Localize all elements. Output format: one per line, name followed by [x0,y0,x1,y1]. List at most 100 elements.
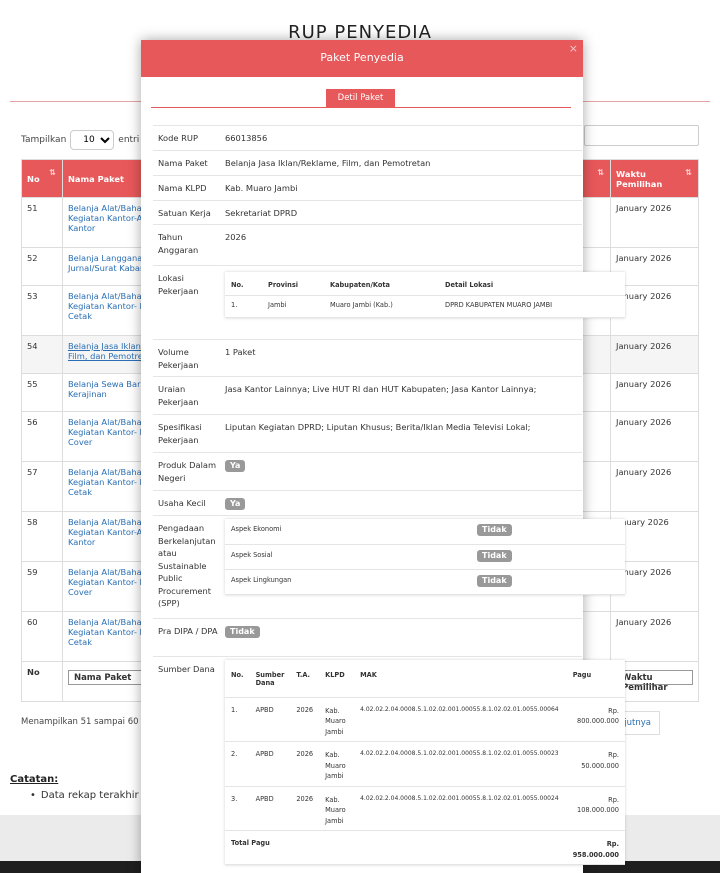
cell-waktu: January 2026 [610,611,699,662]
modal-title: Paket Penyedia [320,51,404,64]
lokasi-no: 1. [225,295,262,318]
badge-produk: Ya [225,460,246,472]
sumber-row: 3. APBD 2026 Kab. Muaro Jambi 4.02.02.2.04.0… [225,786,625,831]
show-entries: Tampilkan 10 entri [21,130,139,150]
row-spesifikasi: Spesifikasi Pekerjaan Liputan Kegiatan D… [153,414,582,452]
sumber-header-sumber: Sumber Dana [249,660,291,698]
lokasi-header-provinsi: Provinsi [262,272,324,296]
row-tahun-anggaran: Tahun Anggaran 2026 [153,224,582,265]
value-kode-rup: 66013856 [225,133,268,143]
sumber-dana: APBD [249,741,291,787]
spp-row: Aspek Lingkungan Tidak [225,569,625,595]
row-spp: Pengadaan Berkelanjutan atau Sustainable… [153,515,625,614]
label-satuan-kerja: Satuan Kerja [158,208,211,218]
sumber-header-ta: T.A. [290,660,320,698]
cell-no: 55 [21,373,63,412]
header-nama-paket[interactable]: Nama Paket [61,159,153,198]
label-kode-rup: Kode RUP [158,133,198,143]
total-row: Total Pagu Rp. 958.000.000 [225,830,625,865]
cell-no: 59 [21,561,63,612]
header-no[interactable]: No ⇅ [21,159,63,198]
sumber-ta: 2026 [290,786,320,831]
cell-no: 57 [21,461,63,512]
sumber-dana-table: No. Sumber Dana T.A. KLPD MAK Pagu 1. APB… [225,660,625,865]
sumber-ta: 2026 [290,741,320,787]
label-produk: Produk Dalam Negeri [158,460,217,483]
cell-waktu: January 2026 [610,335,699,374]
value-volume: 1 Paket [225,347,256,357]
sumber-pagu: Rp. 108.000.000 [566,786,625,831]
label-sumber-dana: Sumber Dana [158,664,215,674]
value-spesifikasi: Liputan Kegiatan DPRD; Liputan Khusus; B… [225,422,531,432]
filter-waktu[interactable]: Waktu Pemilihar [616,670,693,693]
tab-detil-paket[interactable]: Detil Paket [326,89,395,108]
row-volume: Volume Pekerjaan 1 Paket [153,339,582,376]
row-produk: Produk Dalam Negeri Ya [153,452,582,490]
sumber-klpd: Kab. Muaro Jambi [319,697,355,742]
spp-aspek: Aspek Sosial [225,544,471,570]
show-label: Tampilkan [21,135,67,145]
sumber-klpd: Kab. Muaro Jambi [319,741,355,787]
cell-waktu: January 2026 [610,461,699,512]
search-input[interactable] [584,125,699,146]
cell-waktu: January 2026 [610,373,699,412]
row-usaha-kecil: Usaha Kecil Ya [153,490,582,515]
spp-row: Aspek Sosial Tidak [225,544,625,570]
label-uraian: Uraian Pekerjaan [158,384,199,407]
cell-waktu: January 2026 [610,197,699,248]
value-nama-klpd: Kab. Muaro Jambi [225,183,298,193]
sumber-header-pagu: Pagu [566,660,625,698]
sumber-row: 1. APBD 2026 Kab. Muaro Jambi 4.02.02.2.04.0… [225,697,625,742]
row-uraian: Uraian Pekerjaan Jasa Kantor Lainnya; Li… [153,376,582,414]
cell-no: 54 [21,335,63,374]
value-nama-paket: Belanja Jasa Iklan/Reklame, Film, dan Pe… [225,158,431,168]
sort-icon: ⇅ [685,168,692,177]
row-nama-klpd: Nama KLPD Kab. Muaro Jambi [153,175,582,200]
row-kode-rup: Kode RUP 66013856 [153,125,582,150]
sumber-header-no: No. [225,660,250,698]
catatan-title: Catatan: [10,774,59,785]
spp-badge: Tidak [477,574,512,587]
spp-row: Aspek Ekonomi Tidak [225,519,625,545]
value-tahun-anggaran: 2026 [225,232,247,242]
badge-pradipa: Tidak [225,626,260,638]
label-lokasi: Lokasi Pekerjaan [158,273,199,296]
showing-info: Menampilkan 51 sampai 60 da [21,717,152,727]
sumber-no: 2. [225,741,250,787]
catatan-item: Data rekap terakhir d [30,790,148,801]
cell-waktu: January 2026 [610,411,699,462]
cell-no: 56 [21,411,63,462]
close-icon[interactable]: × [569,42,578,56]
spp-badge: Tidak [477,549,512,562]
row-pradipa: Pra DIPA / DPA Tidak [153,618,582,656]
lokasi-header-detail: Detail Lokasi [439,272,625,296]
lokasi-table: No. Provinsi Kabupaten/Kota Detail Lokas… [225,272,625,318]
sumber-mak: 4.02.02.2.04.0008.5.1.02.02.001.00055.8.… [354,741,567,787]
label-nama-paket: Nama Paket [158,158,208,168]
sort-icon: ⇅ [597,168,605,177]
lokasi-header-no: No. [225,272,262,296]
cell-no: 51 [21,197,63,248]
cell-no: 53 [21,285,63,336]
sumber-dana: APBD [249,697,291,742]
sumber-pagu: Rp. 50.000.000 [566,741,625,787]
sumber-no: 1. [225,697,250,742]
cell-no: 60 [21,611,63,662]
label-volume: Volume Pekerjaan [158,347,199,370]
sumber-ta: 2026 [290,697,320,742]
sumber-dana: APBD [249,786,291,831]
label-usaha-kecil: Usaha Kecil [158,498,206,508]
modal-header: Paket Penyedia × [141,40,583,77]
lokasi-kabupaten: Muaro Jambi (Kab.) [324,295,439,318]
total-label: Total Pagu [225,830,567,865]
sort-icon: ⇅ [49,168,56,177]
spp-badge: Tidak [477,524,512,536]
value-uraian: Jasa Kantor Lainnya; Live HUT RI dan HUT… [225,384,537,394]
sumber-header-mak: MAK [354,660,567,698]
header-waktu[interactable]: Waktu Pemilihan ⇅ [610,159,699,198]
row-lokasi: Lokasi Pekerjaan No. Provinsi Kabupaten/… [153,265,625,335]
row-nama-paket: Nama Paket Belanja Jasa Iklan/Reklame, F… [153,150,582,175]
row-sumber-dana: Sumber Dana No. Sumber Dana T.A. KLPD MA… [153,656,625,873]
page-size-select[interactable]: 10 [70,130,115,150]
entries-label: entri [118,135,140,145]
